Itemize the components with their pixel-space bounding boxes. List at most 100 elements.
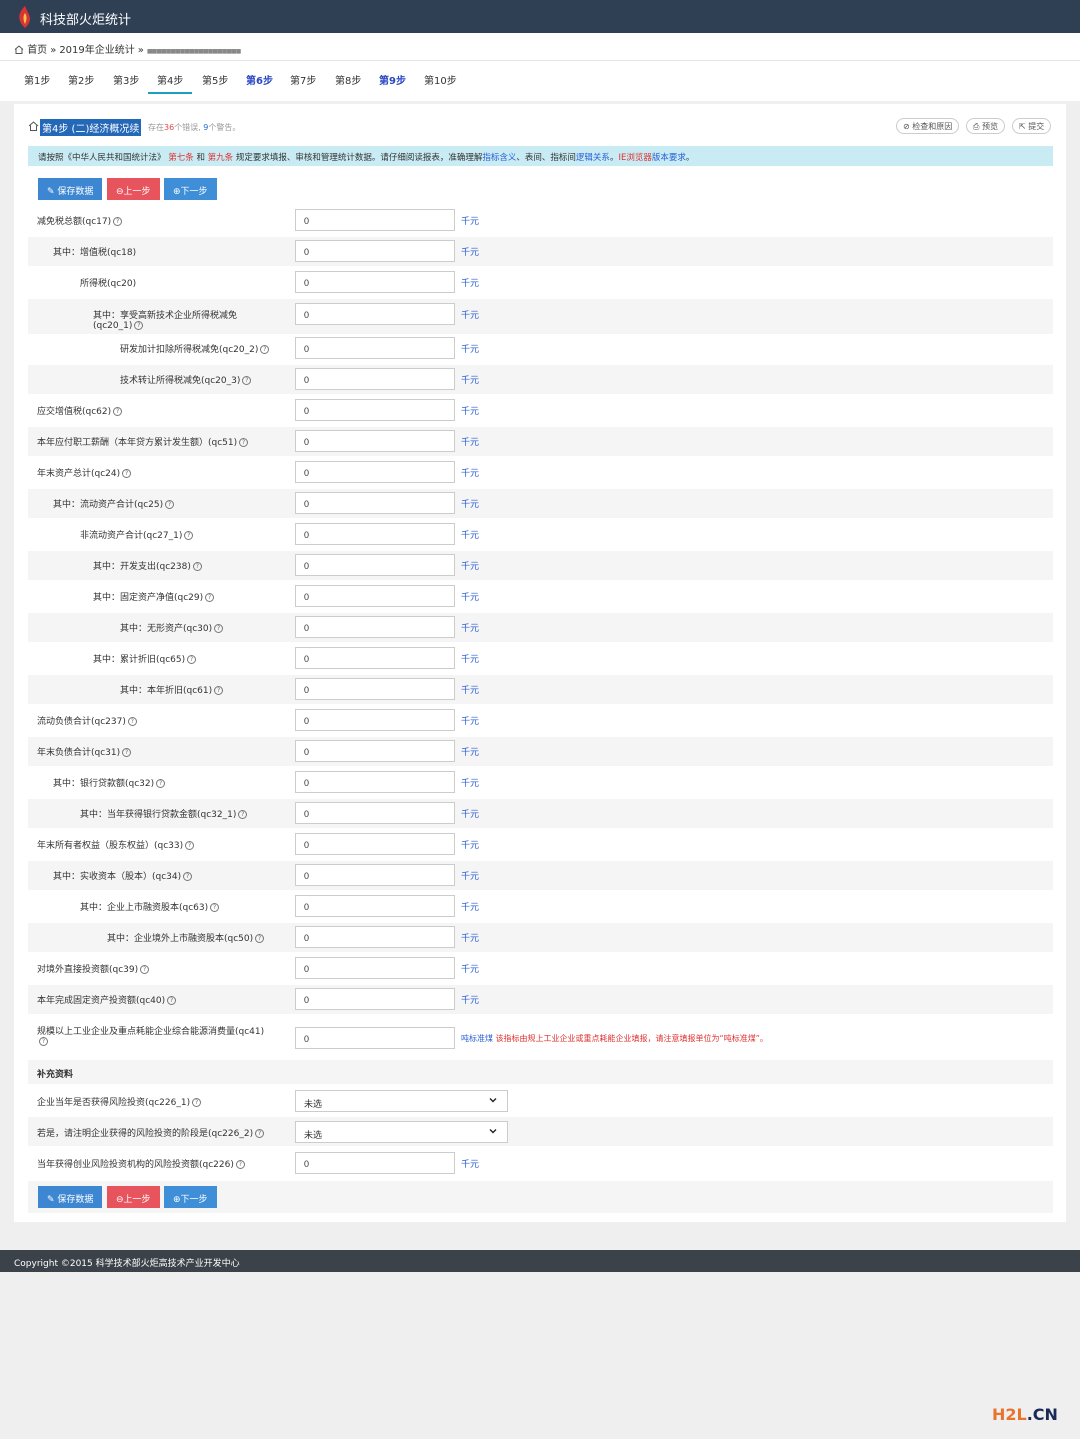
help-icon[interactable]: ? — [156, 779, 166, 788]
qc237-input[interactable]: 0 — [295, 709, 455, 731]
qc50-input[interactable]: 0 — [295, 926, 455, 948]
qc51-input[interactable]: 0 — [295, 430, 455, 452]
qc34-input[interactable]: 0 — [295, 864, 455, 886]
qc33-input[interactable]: 0 — [295, 833, 455, 855]
help-icon[interactable]: ? — [187, 655, 197, 664]
help-icon[interactable]: ? — [242, 376, 252, 385]
save-button[interactable]: ✎ 保存数据 — [38, 178, 103, 200]
qc65-input[interactable]: 0 — [295, 647, 455, 669]
qc32-1-input[interactable]: 0 — [295, 802, 455, 824]
qc20-3-input[interactable]: 0 — [295, 368, 455, 390]
help-icon[interactable]: ? — [205, 593, 215, 602]
help-icon[interactable]: ? — [192, 1098, 202, 1107]
qc238-input[interactable]: 0 — [295, 554, 455, 576]
save-button-bottom[interactable]: ✎ 保存数据 — [38, 1186, 103, 1208]
qc41-input[interactable]: 0 — [295, 1027, 455, 1049]
qc29-input[interactable]: 0 — [295, 585, 455, 607]
prev-step-button-bottom[interactable]: ⊖上一步 — [107, 1186, 160, 1208]
field-label: 本年完成固定资产投资额(qc40)? — [37, 993, 177, 1006]
qc20-input[interactable]: 0 — [295, 271, 455, 293]
help-icon[interactable]: ? — [113, 407, 123, 416]
page-title: 第4步 (二)经济概况续 — [40, 119, 142, 136]
help-icon[interactable]: ? — [165, 500, 175, 509]
unit-label: 千元 — [461, 655, 480, 665]
qc31-input[interactable]: 0 — [295, 740, 455, 762]
qc24-input[interactable]: 0 — [295, 461, 455, 483]
help-icon[interactable]: ? — [127, 717, 137, 726]
tab-step-7[interactable]: 第7步 — [290, 72, 316, 87]
qc27-1-input[interactable]: 0 — [295, 523, 455, 545]
help-icon[interactable]: ? — [260, 345, 270, 354]
tab-step-2[interactable]: 第2步 — [68, 72, 94, 87]
help-icon[interactable]: ? — [239, 438, 249, 447]
tab-step-1[interactable]: 第1步 — [24, 72, 50, 87]
browser-requirement-link[interactable]: 版本要求 — [652, 153, 686, 163]
logic-relation-link[interactable]: 逻辑关系 — [576, 153, 610, 163]
help-icon[interactable]: ? — [122, 748, 132, 757]
help-icon[interactable]: ? — [167, 996, 177, 1005]
help-icon[interactable]: ? — [255, 934, 265, 943]
qc30-input[interactable]: 0 — [295, 616, 455, 638]
qc32-input[interactable]: 0 — [295, 771, 455, 793]
qc226-input[interactable]: 0 — [295, 1152, 455, 1174]
qc17-input[interactable]: 0 — [295, 209, 455, 231]
tab-step-10[interactable]: 第10步 — [424, 72, 457, 87]
check-button[interactable]: ⊘ 检查和原因 — [896, 118, 960, 134]
watermark-text: .CN — [1026, 1405, 1058, 1424]
qc40-input[interactable]: 0 — [295, 988, 455, 1010]
help-icon[interactable]: ? — [184, 531, 194, 540]
help-icon[interactable]: ? — [214, 624, 224, 633]
notice-article-9-link[interactable]: 第九条 — [208, 153, 234, 163]
breadcrumb: 首页» 2019年企业统计» ■■■■■■■■■■■■■■■■■■■■ — [14, 41, 241, 56]
help-icon[interactable]: ? — [214, 686, 224, 695]
tab-step-5[interactable]: 第5步 — [202, 72, 228, 87]
tab-step-8[interactable]: 第8步 — [335, 72, 361, 87]
tab-step-9[interactable]: 第9步 — [379, 72, 406, 87]
chevron-down-icon — [489, 1098, 497, 1103]
help-icon[interactable]: ? — [183, 872, 193, 881]
select-value: 未选 — [304, 1131, 323, 1141]
submit-button[interactable]: ⇱ 提交 — [1012, 118, 1052, 134]
next-step-button-bottom[interactable]: ⊕下一步 — [164, 1186, 217, 1208]
venture-investment-select[interactable]: 未选 — [295, 1090, 508, 1112]
qc25-input[interactable]: 0 — [295, 492, 455, 514]
help-icon[interactable]: ? — [210, 903, 220, 912]
investment-stage-select[interactable]: 未选 — [295, 1121, 508, 1143]
notice-article-7-link[interactable]: 第七条 — [168, 153, 194, 163]
help-icon[interactable]: ? — [185, 841, 195, 850]
qc20-2-input[interactable]: 0 — [295, 337, 455, 359]
preview-button[interactable]: ⎙ 预览 — [966, 118, 1005, 134]
qc18-input[interactable]: 0 — [295, 240, 455, 262]
prev-button-label: 上一步 — [123, 1195, 151, 1205]
help-icon[interactable]: ? — [122, 469, 132, 478]
watermark-text: H2L — [992, 1405, 1027, 1424]
help-icon[interactable]: ? — [140, 965, 150, 974]
breadcrumb-home-link[interactable]: 首页 — [27, 45, 47, 56]
copyright-text: Copyright ©2015 科学技术部火炬高技术产业开发中心 — [14, 1259, 240, 1269]
help-icon[interactable]: ? — [134, 321, 144, 330]
qc62-input[interactable]: 0 — [295, 399, 455, 421]
help-icon[interactable]: ? — [235, 1160, 245, 1169]
qc61-input[interactable]: 0 — [295, 678, 455, 700]
tab-step-6[interactable]: 第6步 — [246, 72, 273, 87]
help-icon[interactable]: ? — [192, 562, 202, 571]
active-tab-indicator — [148, 92, 192, 94]
qc63-input[interactable]: 0 — [295, 895, 455, 917]
tab-step-4[interactable]: 第4步 — [157, 72, 183, 87]
qc39-input[interactable]: 0 — [295, 957, 455, 979]
unit-label: 千元 — [461, 217, 480, 227]
next-step-button[interactable]: ⊕下一步 — [164, 178, 217, 200]
field-label: 年末负债合计(qc31)? — [37, 745, 132, 758]
arrow-right-circle-icon: ⊕ — [173, 1195, 181, 1205]
tab-step-3[interactable]: 第3步 — [113, 72, 139, 87]
breadcrumb-organization: ■■■■■■■■■■■■■■■■■■■■ — [146, 48, 241, 55]
help-icon[interactable]: ? — [238, 810, 248, 819]
help-icon[interactable]: ? — [113, 217, 123, 226]
breadcrumb-survey-link[interactable]: 2019年企业统计 — [59, 45, 134, 56]
help-icon[interactable]: ? — [39, 1037, 48, 1046]
field-label: 其中：增值税(qc18) — [53, 248, 137, 258]
qc20-1-input[interactable]: 0 — [295, 303, 455, 325]
indicator-meaning-link[interactable]: 指标含义 — [482, 153, 516, 163]
prev-step-button[interactable]: ⊖上一步 — [107, 178, 160, 200]
help-icon[interactable]: ? — [255, 1129, 265, 1138]
